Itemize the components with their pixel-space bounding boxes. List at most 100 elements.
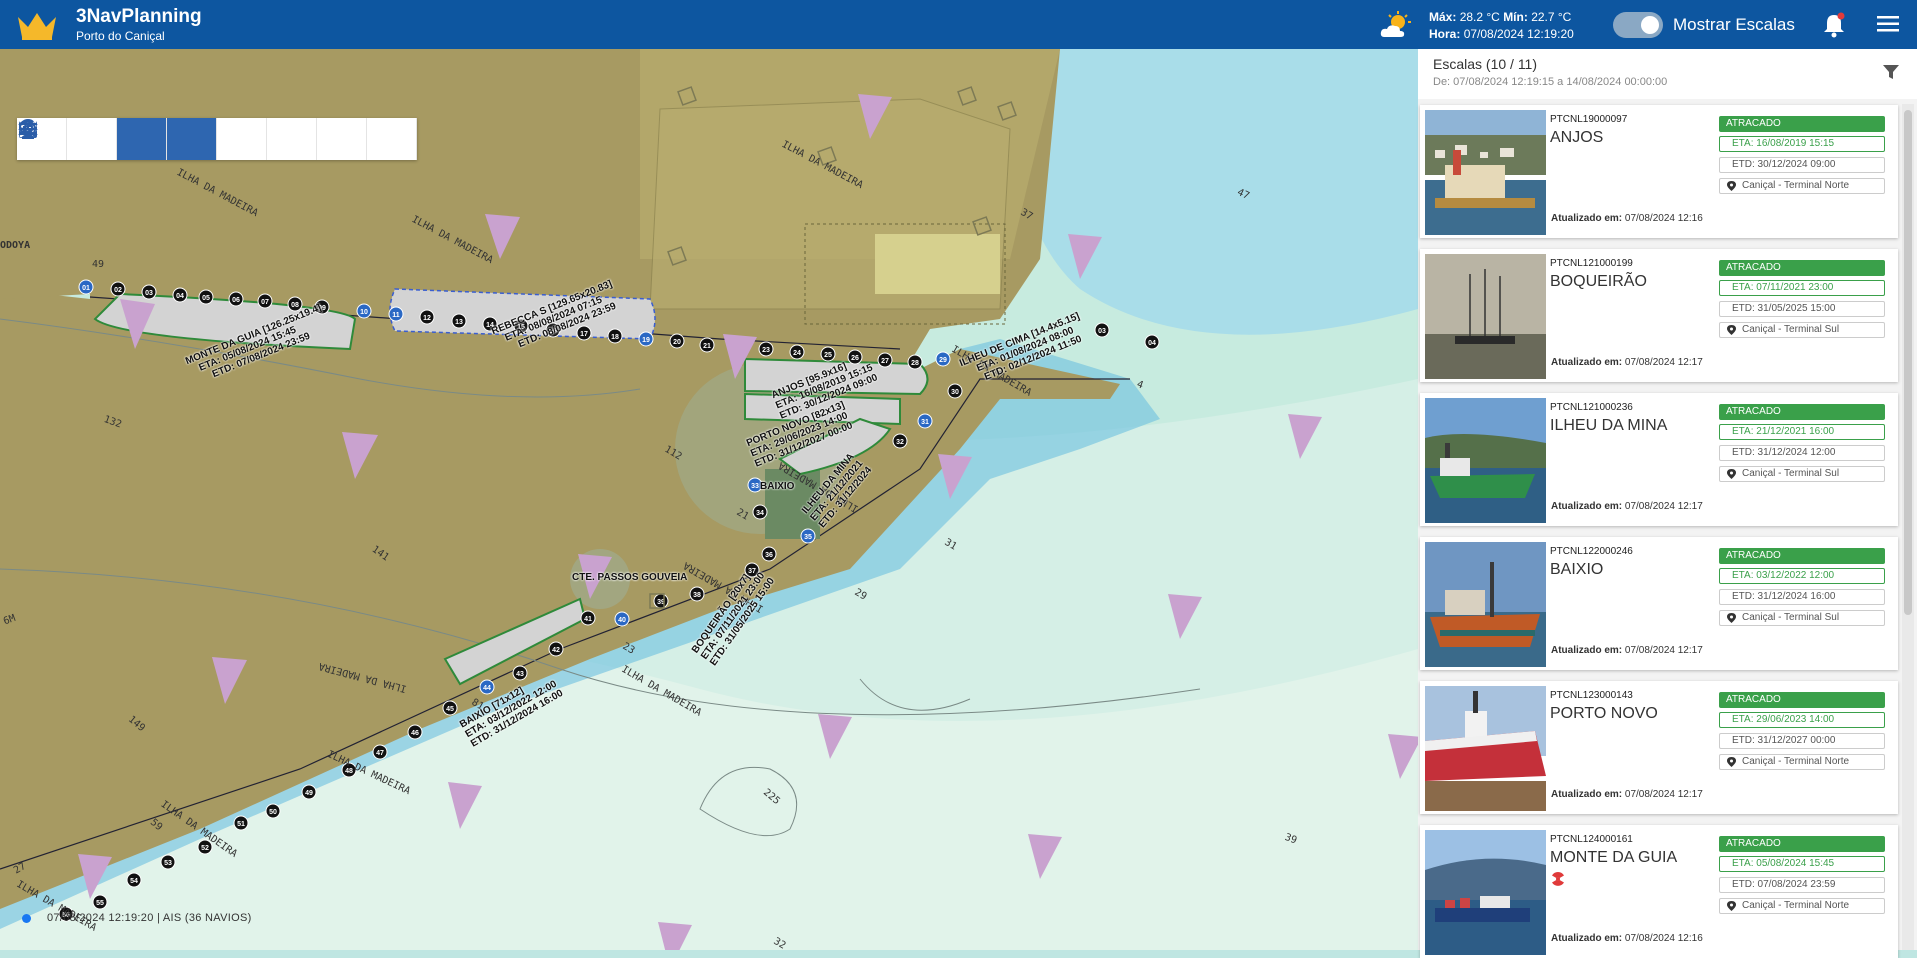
hamburger-menu-icon[interactable]	[1877, 15, 1899, 33]
bell-icon[interactable]	[1822, 12, 1846, 38]
updated-at: Atualizado em: 07/08/2024 12:17	[1551, 357, 1703, 368]
bollard-number: 03	[1098, 328, 1106, 335]
nautical-map[interactable]: 01 02 03 04 05 06 07 08 09 10 11 12 13 14 15 16 17 18 19 20…	[0, 49, 1418, 950]
bollard-number: 13	[455, 319, 463, 326]
bollard-number: 11	[392, 312, 400, 319]
call-card[interactable]: PTCNL121000199 BOQUEIRÃO ATRACADO ETA: 07/1…	[1420, 249, 1898, 382]
poi-label: CTE. PASSOS GOUVEIA	[572, 572, 688, 583]
ship-label[interactable]: BAIXIO	[760, 481, 794, 492]
filter-icon[interactable]	[1882, 63, 1900, 81]
updated-at: Atualizado em: 07/08/2024 12:17	[1551, 501, 1703, 512]
calls-panel-header: Escalas (10 / 11) De: 07/08/2024 12:19:1…	[1418, 49, 1917, 99]
bollard-number: 18	[611, 334, 619, 341]
bollard-number: 41	[584, 616, 592, 623]
port-name: Porto do Caniçal	[76, 29, 165, 43]
bollard-number: 27	[881, 358, 889, 365]
location-pin-icon	[1727, 469, 1736, 479]
bollard-number: 40	[618, 617, 626, 624]
status-badge: ATRACADO	[1719, 260, 1885, 276]
eta-field: ETA: 21/12/2021 16:00	[1719, 424, 1885, 440]
etd-field: ETD: 31/05/2025 15:00	[1719, 301, 1885, 317]
bollard-number: 25	[824, 352, 832, 359]
call-card[interactable]: PTCNL19000097 ANJOS ATRACADO ETA: 16/08/201…	[1420, 105, 1898, 238]
calls-scrollbar[interactable]	[1902, 104, 1914, 950]
bollard-number: 04	[176, 293, 184, 300]
bollard-number: 35	[804, 534, 812, 541]
bollard-number: 17	[580, 331, 588, 338]
vessel-name: BAIXIO	[1550, 561, 1604, 578]
bollard-number: 30	[951, 389, 959, 396]
call-code: PTCNL123000143	[1550, 690, 1633, 701]
terminal-field: Caniçal - Terminal Sul	[1719, 466, 1885, 482]
bollard-number: 51	[237, 821, 245, 828]
vessel-photo	[1425, 686, 1546, 811]
top-bar: 3NavPlanning Porto do Caniçal Máx: 28.2 …	[0, 0, 1917, 49]
bollard-number: 02	[114, 287, 122, 294]
bollard-number: 44	[483, 685, 491, 692]
bollard-number: 20	[673, 339, 681, 346]
eta-field: ETA: 07/11/2021 23:00	[1719, 280, 1885, 296]
eta-field: ETA: 05/08/2024 15:45	[1719, 856, 1885, 872]
ais-status-bar: 07/08/2024 12:19:20 | AIS (36 NAVIOS)	[22, 912, 252, 924]
eta-field: ETA: 29/06/2023 14:00	[1719, 712, 1885, 728]
tool-search-zoom[interactable]	[19, 118, 417, 160]
call-card[interactable]: PTCNL121000236 ILHEU DA MINA ATRACADO ETA: …	[1420, 393, 1898, 526]
terminal-field: Caniçal - Terminal Norte	[1719, 178, 1885, 194]
bollard-number: 05	[202, 295, 210, 302]
bollard-number: 43	[516, 671, 524, 678]
bollard-number: 06	[232, 297, 240, 304]
weather-readout: Máx: 28.2 °C Mín: 22.7 °C Hora: 07/08/20…	[1429, 10, 1574, 41]
tool-sliders[interactable]	[20, 118, 317, 160]
vessel-photo	[1425, 398, 1546, 523]
terminal-field: Caniçal - Terminal Sul	[1719, 610, 1885, 626]
tool-history[interactable]	[19, 118, 267, 160]
ais-status-text: 07/08/2024 12:19:20 | AIS (36 NAVIOS)	[47, 912, 252, 924]
call-card[interactable]: PTCNL122000246 BAIXIO ATRACADO ETA: 03/12/2…	[1420, 537, 1898, 670]
bollard-number: 19	[642, 337, 650, 344]
bollard-number: 23	[762, 347, 770, 354]
bollard-number: 53	[164, 860, 172, 867]
vessel-name: ILHEU DA MINA	[1550, 417, 1668, 434]
bollard-number: 52	[201, 845, 209, 852]
tool-tools[interactable]	[19, 118, 167, 160]
tool-calendar[interactable]	[19, 118, 117, 160]
bollard-number: 55	[96, 900, 104, 907]
terminal-field: Caniçal - Terminal Sul	[1719, 322, 1885, 338]
call-code: PTCNL121000236	[1550, 402, 1633, 413]
bollard-number: 47	[376, 750, 384, 757]
vessel-name: PORTO NOVO	[1550, 705, 1658, 722]
status-badge: ATRACADO	[1719, 692, 1885, 708]
call-card[interactable]: PTCNL123000143 PORTO NOVO ATRACADO ETA: 29/…	[1420, 681, 1898, 814]
app-title: 3NavPlanning	[76, 6, 202, 27]
show-calls-toggle[interactable]	[1613, 12, 1663, 38]
bollard-number: 45	[446, 706, 454, 713]
calls-panel-title: Escalas (10 / 11)	[1433, 56, 1538, 72]
location-pin-icon	[1727, 901, 1736, 911]
etd-field: ETD: 30/12/2024 09:00	[1719, 157, 1885, 173]
etd-field: ETD: 07/08/2024 23:59	[1719, 877, 1885, 893]
call-code: PTCNL121000199	[1550, 258, 1633, 269]
tool-layers[interactable]	[19, 118, 217, 160]
bollard-number: 32	[896, 439, 904, 446]
calls-panel: Escalas (10 / 11) De: 07/08/2024 12:19:1…	[1418, 49, 1917, 958]
search-zoom-icon	[19, 120, 37, 138]
bollard-number: 28	[911, 360, 919, 367]
vessel-label: ODOYA	[0, 240, 31, 251]
bollard-number: 10	[360, 309, 368, 316]
call-card[interactable]: PTCNL124000161 MONTE DA GUIA ATRACADO ETA: …	[1420, 825, 1898, 958]
vessel-photo	[1425, 110, 1546, 235]
scrollbar-thumb[interactable]	[1904, 110, 1912, 615]
status-badge: ATRACADO	[1719, 836, 1885, 852]
updated-at: Atualizado em: 07/08/2024 12:16	[1551, 933, 1703, 944]
bollard-number: 29	[939, 357, 947, 364]
bollard-number: 31	[921, 419, 929, 426]
etd-field: ETD: 31/12/2024 12:00	[1719, 445, 1885, 461]
bollard-number: 04	[1148, 340, 1156, 347]
depth-label: 49	[92, 259, 105, 270]
call-code: PTCNL19000097	[1550, 114, 1628, 125]
call-code: PTCNL122000246	[1550, 546, 1633, 557]
eta-field: ETA: 03/12/2022 12:00	[1719, 568, 1885, 584]
bollard-number: 24	[793, 350, 801, 357]
tool-waves[interactable]	[18, 118, 367, 160]
hazard-icon	[1552, 872, 1564, 886]
